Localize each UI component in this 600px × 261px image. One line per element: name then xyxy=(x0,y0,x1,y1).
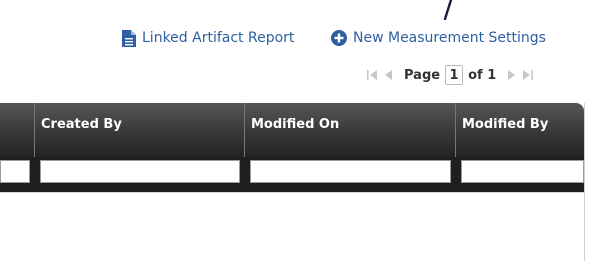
new-measurement-settings-button[interactable]: New Measurement Settings xyxy=(331,28,546,48)
column-separator xyxy=(455,103,456,157)
new-measurement-settings-label: New Measurement Settings xyxy=(353,30,546,46)
linked-artifact-report-link[interactable]: Linked Artifact Report xyxy=(122,28,294,48)
last-page-icon[interactable] xyxy=(520,69,536,81)
page-label: Page xyxy=(404,67,441,83)
plus-circle-icon xyxy=(331,30,347,46)
column-separator xyxy=(244,103,245,157)
column-header-created-by[interactable]: Created By xyxy=(41,117,122,132)
column-separator xyxy=(34,103,35,157)
grid-row-divider xyxy=(0,192,584,193)
linked-artifact-report-label: Linked Artifact Report xyxy=(142,30,295,46)
filter-input-previous-column[interactable] xyxy=(0,160,30,183)
filter-input-created-by[interactable] xyxy=(40,160,240,183)
data-grid: Created By Modified On Modified By xyxy=(0,103,585,261)
filter-input-modified-by[interactable] xyxy=(461,160,584,183)
first-page-icon[interactable] xyxy=(364,69,380,81)
grid-filter-row xyxy=(0,157,584,192)
column-header-modified-by[interactable]: Modified By xyxy=(462,117,548,132)
column-header-modified-on[interactable]: Modified On xyxy=(251,117,339,132)
filter-input-modified-on[interactable] xyxy=(250,160,451,183)
grid-header-row: Created By Modified On Modified By xyxy=(0,103,584,157)
page-number-input[interactable] xyxy=(445,65,464,85)
next-page-icon[interactable] xyxy=(504,69,520,81)
annotation-stroke xyxy=(443,0,453,20)
pagination-bar: Page of 1 xyxy=(364,64,536,86)
previous-page-icon[interactable] xyxy=(380,69,396,81)
page-count-label: of 1 xyxy=(468,67,497,83)
document-icon xyxy=(122,29,136,47)
